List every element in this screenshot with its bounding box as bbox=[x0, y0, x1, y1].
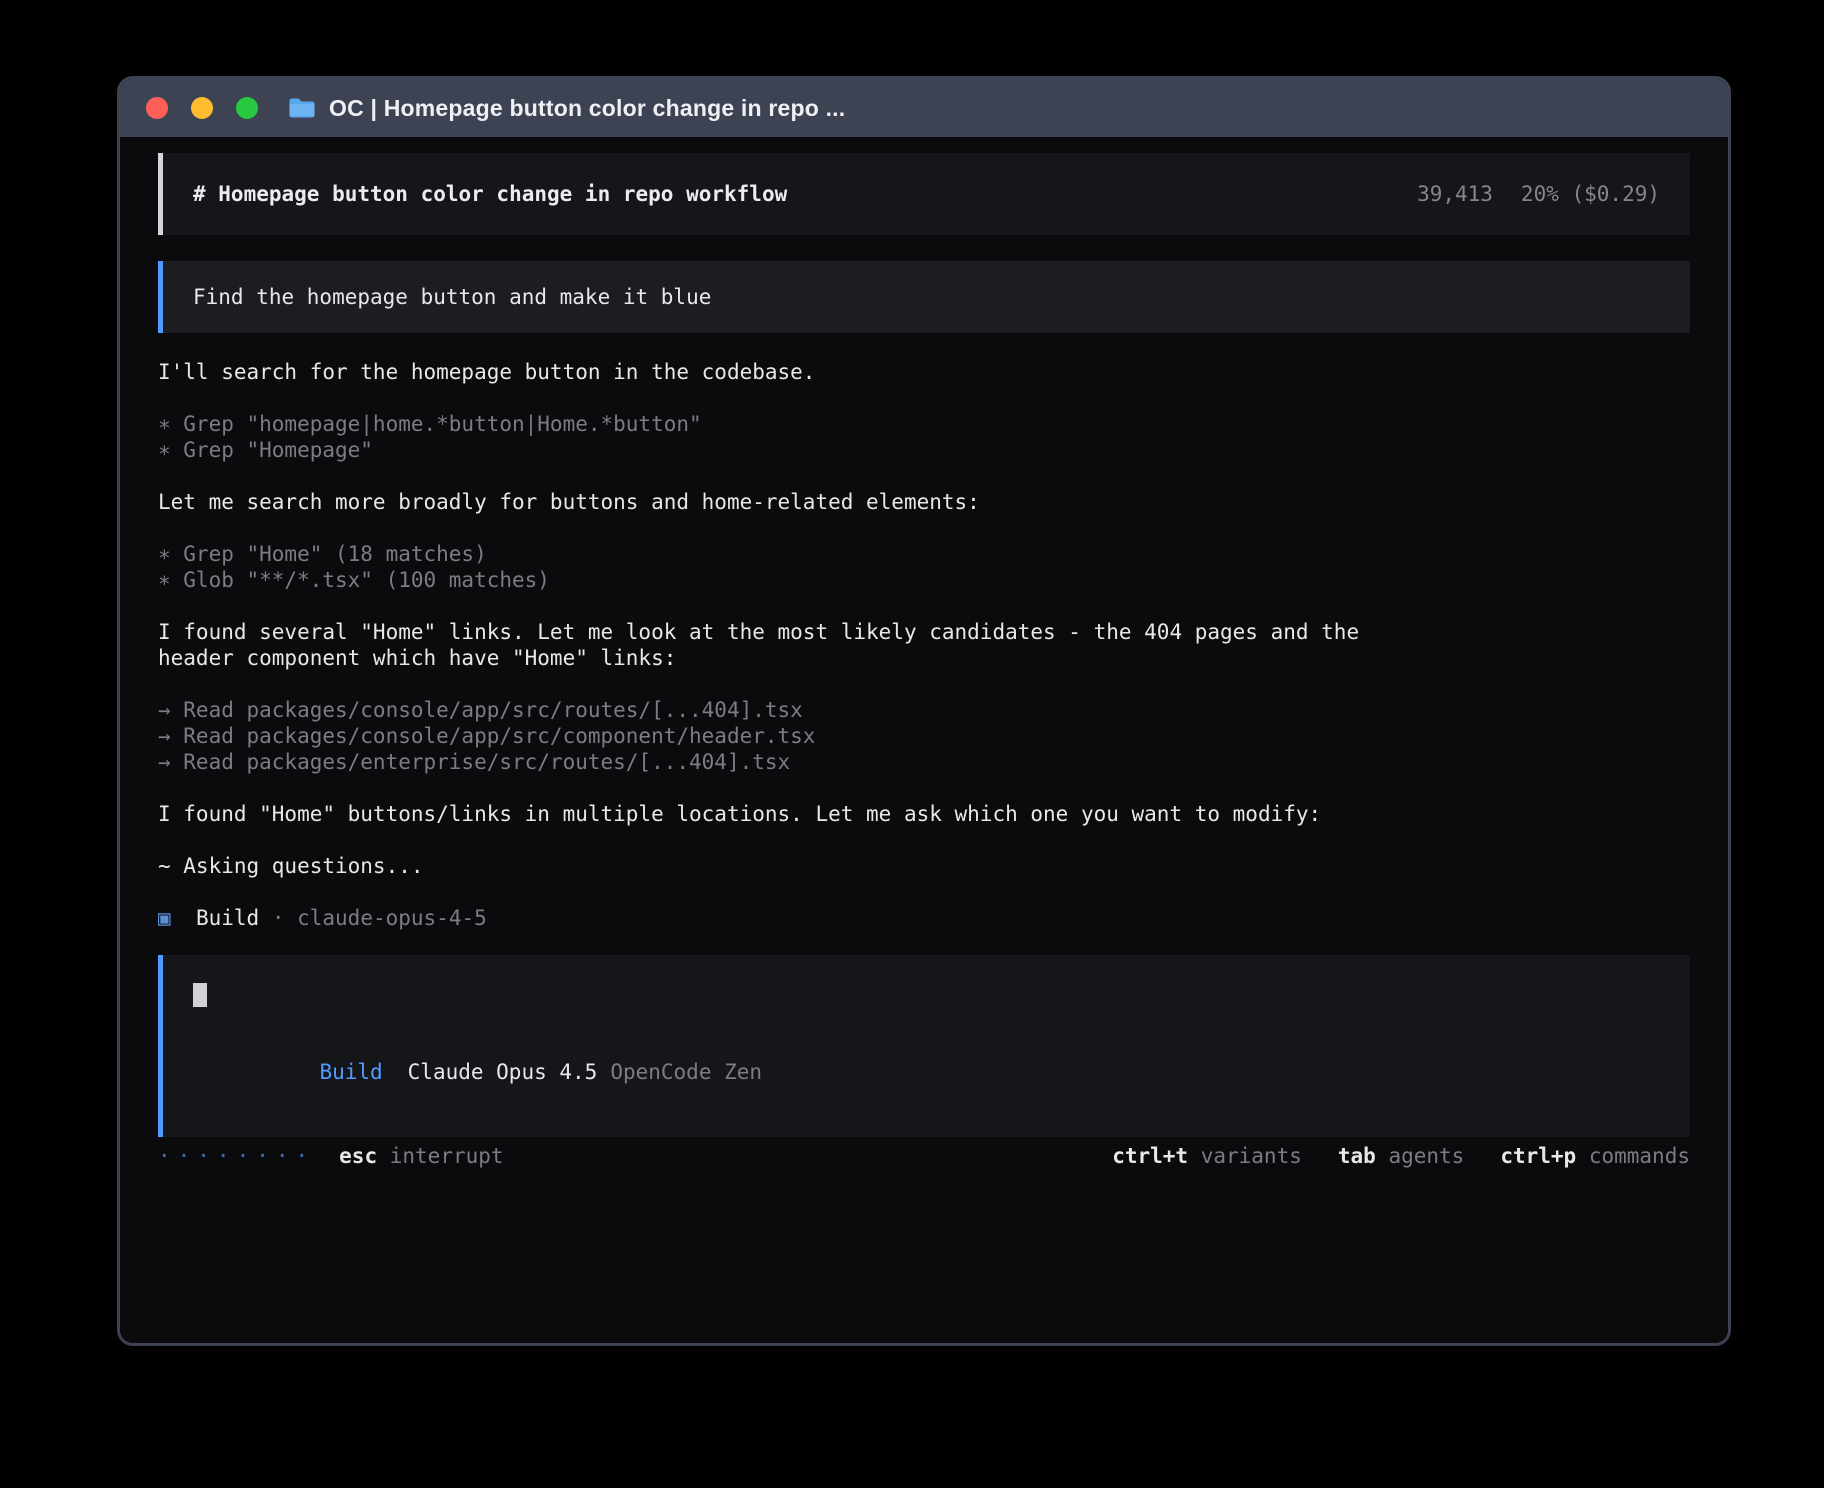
minimize-button[interactable] bbox=[191, 97, 213, 119]
desktop: OC | Homepage button color change in rep… bbox=[0, 0, 1824, 1488]
input-line[interactable] bbox=[193, 981, 1660, 1007]
blank-line bbox=[158, 827, 1397, 853]
ctrl-p-key-label: ctrl+p bbox=[1500, 1144, 1576, 1168]
blank-line bbox=[193, 1007, 1660, 1033]
agent-name: Build bbox=[171, 906, 260, 930]
agent-status-line: ▣ Build · claude-opus-4-5 bbox=[158, 905, 1397, 931]
status-bar: ········ esc interrupt ctrl+t variants t… bbox=[158, 1143, 1690, 1169]
blank-line bbox=[158, 775, 1397, 801]
terminal-window: OC | Homepage button color change in rep… bbox=[117, 76, 1731, 1346]
tool-call-read: → Read packages/console/app/src/componen… bbox=[158, 723, 1397, 749]
model-provider: OpenCode Zen bbox=[610, 1060, 762, 1084]
folder-icon bbox=[288, 97, 315, 119]
variants-label: variants bbox=[1201, 1144, 1302, 1168]
spinner-dots: ········ bbox=[158, 1143, 315, 1169]
agent-model-id: claude-opus-4-5 bbox=[297, 906, 487, 930]
model-name: Claude Opus 4.5 bbox=[408, 1060, 598, 1084]
blank-line bbox=[158, 385, 1397, 411]
shortcut-variants: ctrl+t variants bbox=[1112, 1143, 1302, 1169]
blank-line bbox=[158, 593, 1397, 619]
agent-mode-label[interactable]: Build bbox=[319, 1060, 382, 1084]
user-message-text: Find the homepage button and make it blu… bbox=[193, 285, 711, 309]
status-left: ········ esc interrupt bbox=[158, 1143, 504, 1169]
session-title: # Homepage button color change in repo w… bbox=[193, 181, 787, 207]
shortcut-commands: ctrl+p commands bbox=[1500, 1143, 1690, 1169]
blank-line bbox=[158, 671, 1397, 697]
tab-key-label: tab bbox=[1338, 1144, 1376, 1168]
terminal-content: # Homepage button color change in repo w… bbox=[120, 137, 1728, 1343]
window-titlebar[interactable]: OC | Homepage button color change in rep… bbox=[120, 79, 1728, 137]
shortcut-agents: tab agents bbox=[1338, 1143, 1464, 1169]
tool-call-read: → Read packages/console/app/src/routes/[… bbox=[158, 697, 1397, 723]
conversation: I'll search for the homepage button in t… bbox=[158, 359, 1397, 931]
shortcut-interrupt: esc interrupt bbox=[339, 1143, 503, 1169]
tool-call-glob: ∗ Glob "**/*.tsx" (100 matches) bbox=[158, 567, 1397, 593]
assistant-text: I'll search for the homepage button in t… bbox=[158, 359, 1397, 385]
tool-call-grep: ∗ Grep "homepage|home.*button|Home.*butt… bbox=[158, 411, 1397, 437]
agents-label: agents bbox=[1388, 1144, 1464, 1168]
assistant-status: ~ Asking questions... bbox=[158, 853, 1397, 879]
blank-line bbox=[158, 463, 1397, 489]
interrupt-label: interrupt bbox=[390, 1144, 504, 1168]
assistant-text: Let me search more broadly for buttons a… bbox=[158, 489, 1397, 515]
prompt-input[interactable]: Build Claude Opus 4.5 OpenCode Zen bbox=[158, 955, 1690, 1137]
model-line: Build Claude Opus 4.5 OpenCode Zen bbox=[193, 1033, 1660, 1111]
token-count: 39,413 bbox=[1417, 181, 1493, 207]
session-header: # Homepage button color change in repo w… bbox=[158, 153, 1690, 235]
agent-square-icon: ▣ bbox=[158, 906, 171, 930]
user-message: Find the homepage button and make it blu… bbox=[158, 261, 1690, 333]
blank-line bbox=[158, 879, 1397, 905]
assistant-text: I found several "Home" links. Let me loo… bbox=[158, 619, 1397, 671]
commands-label: commands bbox=[1589, 1144, 1690, 1168]
text-cursor bbox=[193, 983, 207, 1007]
context-usage: 20% ($0.29) bbox=[1521, 181, 1660, 207]
window-title: OC | Homepage button color change in rep… bbox=[329, 95, 845, 122]
ctrl-t-key-label: ctrl+t bbox=[1112, 1144, 1188, 1168]
traffic-lights bbox=[146, 97, 258, 119]
assistant-text: I found "Home" buttons/links in multiple… bbox=[158, 801, 1397, 827]
tool-call-read: → Read packages/enterprise/src/routes/[.… bbox=[158, 749, 1397, 775]
status-right: ctrl+t variants tab agents ctrl+p comman… bbox=[1076, 1143, 1690, 1169]
tool-call-grep: ∗ Grep "Homepage" bbox=[158, 437, 1397, 463]
tool-call-grep: ∗ Grep "Home" (18 matches) bbox=[158, 541, 1397, 567]
session-stats: 39,413 20% ($0.29) bbox=[1417, 181, 1660, 207]
close-button[interactable] bbox=[146, 97, 168, 119]
blank-line bbox=[158, 515, 1397, 541]
esc-key-label: esc bbox=[339, 1144, 377, 1168]
zoom-button[interactable] bbox=[236, 97, 258, 119]
